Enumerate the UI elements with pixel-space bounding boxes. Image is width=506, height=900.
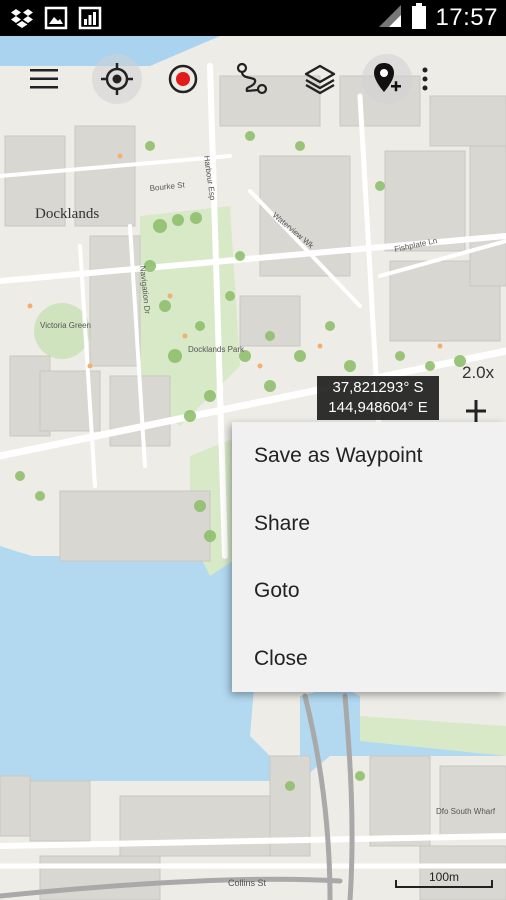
battery-icon [411,2,427,34]
south-wharf-label: Dfo South Wharf [436,807,496,816]
menu-button[interactable] [19,54,69,104]
scale-bar-line [395,886,493,888]
signal-icon [377,3,403,33]
map-toolbar [0,44,506,116]
layers-icon [304,64,336,95]
record-icon [168,64,198,94]
clock: 17:57 [435,4,498,31]
menu-icon [30,69,58,89]
route-icon [236,62,268,95]
add-location-icon [374,63,401,92]
zoom-in-button[interactable] [466,396,486,422]
collins-st-label: Collins St [228,878,267,888]
record-button[interactable] [158,54,208,104]
locate-icon [101,63,133,95]
zoom-level: 2.0x [462,363,495,382]
add-location-button[interactable] [362,54,412,104]
locate-button[interactable] [92,54,142,104]
context-menu: Save as Waypoint Share Goto Close [232,422,506,692]
layers-button[interactable] [295,54,345,104]
menu-item-share[interactable]: Share [232,490,506,558]
menu-item-goto[interactable]: Goto [232,557,506,625]
scale-label: 100m [429,870,460,884]
route-button[interactable] [227,54,277,104]
latitude-text: 37,821293° S [332,379,424,396]
menu-item-save-waypoint[interactable]: Save as Waypoint [232,422,506,490]
menu-item-close[interactable]: Close [232,625,506,693]
coordinate-popup: 37,821293° S 144,948604° E [317,376,439,420]
docklands-park-label: Docklands Park [188,345,245,354]
overflow-icon [422,67,428,91]
plus-icon [466,400,486,422]
docklands-label: Docklands [35,206,99,222]
scale-bar: 100m [395,870,493,888]
scale-tick-right [491,880,493,888]
victoria-green-label: Victoria Green [40,321,91,330]
chart-icon [78,6,102,34]
overflow-menu-button[interactable] [412,54,438,104]
dropbox-icon [10,6,34,34]
gallery-icon [44,6,68,34]
scale-tick-left [395,880,397,888]
longitude-text: 144,948604° E [328,399,428,416]
victoria-green-area [34,303,90,359]
status-bar: 17:57 [0,0,506,36]
